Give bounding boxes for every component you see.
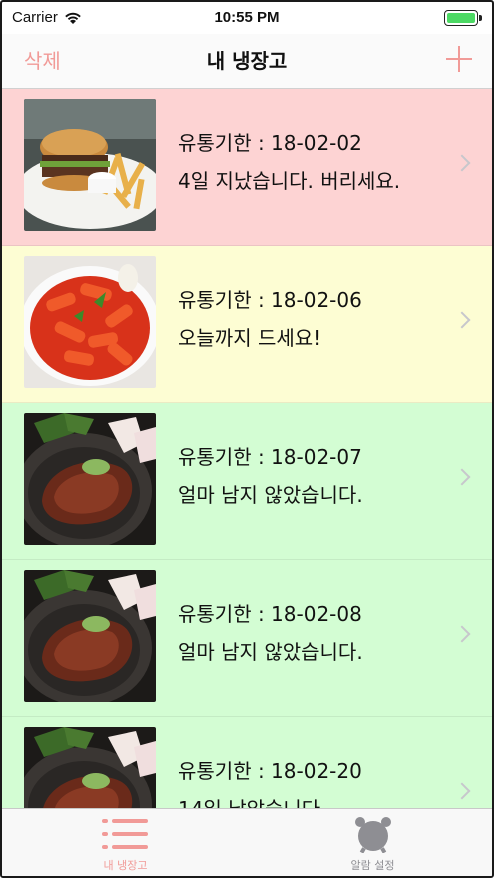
list-item[interactable]: 유통기한 : 18-02-06 오늘까지 드세요! xyxy=(2,246,492,403)
tab-label: 내 냉장고 xyxy=(103,859,148,872)
chevron-right-icon xyxy=(453,625,471,643)
tab-alarm-settings[interactable]: 알람 설정 xyxy=(249,809,492,876)
alarm-clock-icon xyxy=(355,817,391,853)
add-button plus-icon[interactable] xyxy=(446,46,472,72)
steak-photo xyxy=(24,727,156,812)
list-item[interactable]: 유통기한 : 18-02-07 얼마 남지 않았습니다. xyxy=(2,403,492,560)
status-message: 얼마 남지 않았습니다. xyxy=(178,483,363,507)
list-item[interactable]: 유통기한 : 18-02-02 4일 지났습니다. 버리세요. xyxy=(2,89,492,246)
expiry-date: 유통기한 : 18-02-20 xyxy=(178,759,362,783)
burger-photo xyxy=(24,99,156,231)
chevron-right-icon xyxy=(453,468,471,486)
status-message: 얼마 남지 않았습니다. xyxy=(178,640,363,664)
status-message: 오늘까지 드세요! xyxy=(178,326,322,350)
expiry-date: 유통기한 : 18-02-08 xyxy=(178,602,362,626)
chevron-right-icon xyxy=(453,782,471,800)
chevron-right-icon xyxy=(453,154,471,172)
expiry-date: 유통기한 : 18-02-07 xyxy=(178,445,362,469)
tab-my-fridge[interactable]: 내 냉장고 xyxy=(2,809,249,876)
list-icon xyxy=(102,817,150,851)
page-title: 내 냉장고 xyxy=(206,49,288,73)
status-bar: Carrier 10:55 PM xyxy=(2,2,492,34)
tab-label: 알람 설정 xyxy=(350,859,395,872)
status-message: 4일 지났습니다. 버리세요. xyxy=(178,169,401,193)
tteokbokki-photo xyxy=(24,256,156,388)
battery-icon xyxy=(444,10,478,26)
battery-tip xyxy=(479,15,482,21)
clock: 10:55 PM xyxy=(214,9,280,26)
list-item[interactable]: 유통기한 : 18-02-08 얼마 남지 않았습니다. xyxy=(2,560,492,717)
navigation-bar: 삭제 내 냉장고 xyxy=(2,34,492,89)
expiry-date: 유통기한 : 18-02-02 xyxy=(178,131,362,155)
chevron-right-icon xyxy=(453,311,471,329)
steak-photo xyxy=(24,413,156,545)
tab-bar: 내 냉장고 알람 설정 xyxy=(2,808,492,876)
list-item[interactable]: 유통기한 : 18-02-20 14일 남았습니다. xyxy=(2,717,492,812)
app-window: Carrier 10:55 PM 삭제 내 냉장고 유통기한: 18-02-0… xyxy=(0,0,494,878)
fridge-item-list[interactable]: 유통기한 : 18-02-02 4일 지났습니다. 버리세요. 유통기한: 1… xyxy=(2,89,492,812)
expiry-date: 유통기한 : 18-02-06 xyxy=(178,288,362,312)
steak-photo xyxy=(24,570,156,702)
